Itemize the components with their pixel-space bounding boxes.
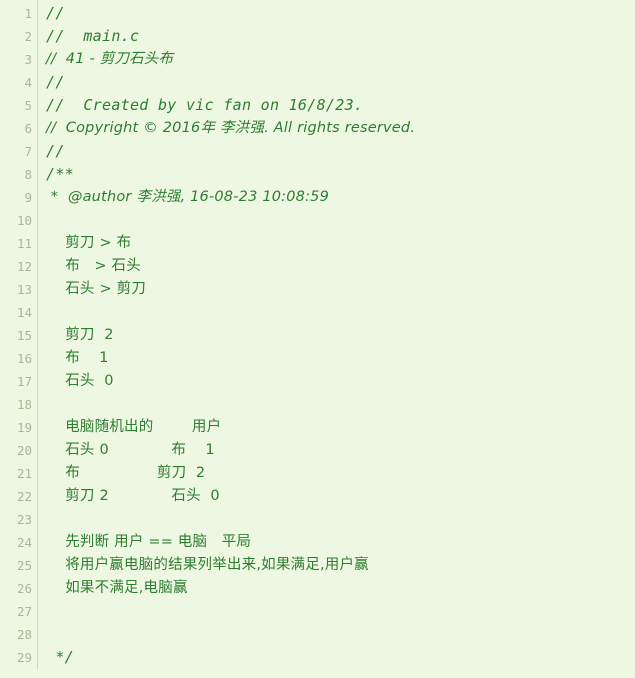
line-number: 14	[16, 305, 32, 320]
code-line[interactable]	[46, 623, 635, 646]
code-line[interactable]: */	[46, 646, 635, 669]
line-number: 25	[16, 558, 32, 573]
line-number: 16	[16, 351, 32, 366]
code-line[interactable]	[46, 301, 635, 324]
line-number: 24	[16, 535, 32, 550]
line-number: 29	[16, 650, 32, 665]
code-line[interactable]: 剪刀 > 布	[46, 232, 635, 255]
line-number: 10	[16, 213, 32, 228]
code-line[interactable]: 石头 0	[46, 370, 635, 393]
line-number: 15	[16, 328, 32, 343]
code-content-area[interactable]: //// main.c// 41 - 剪刀石头布//// Created by …	[38, 0, 635, 669]
line-number: 11	[16, 236, 32, 251]
line-number-gutter[interactable]: 1 2 3 4 5 6 7 8 9 10 11 12 13 14 15 16 17 18 19 20 21 22 23 24 2…	[0, 0, 38, 669]
line-number: 1	[24, 6, 32, 21]
line-number: 9	[24, 190, 32, 205]
line-number: 18	[16, 397, 32, 412]
code-line[interactable]	[46, 393, 635, 416]
line-number: 17	[16, 374, 32, 389]
code-line[interactable]: 布 剪刀 2	[46, 462, 635, 485]
code-line[interactable]: //	[46, 2, 635, 25]
code-line[interactable]: // Created by vic fan on 16/8/23.	[46, 94, 635, 117]
code-line[interactable]: 剪刀 2 石头 0	[46, 485, 635, 508]
line-number: 7	[24, 144, 32, 159]
line-number: 6	[24, 121, 32, 136]
code-line[interactable]: 石头 0 布 1	[46, 439, 635, 462]
code-line[interactable]: 如果不满足,电脑赢	[46, 577, 635, 600]
code-line[interactable]: //	[46, 71, 635, 94]
line-number: 26	[16, 581, 32, 596]
line-number: 13	[16, 282, 32, 297]
code-line[interactable]: 剪刀 2	[46, 324, 635, 347]
line-number: 22	[16, 489, 32, 504]
line-number: 5	[24, 98, 32, 113]
line-number: 12	[16, 259, 32, 274]
line-number: 4	[24, 75, 32, 90]
code-line[interactable]	[46, 209, 635, 232]
code-editor[interactable]: 1 2 3 4 5 6 7 8 9 10 11 12 13 14 15 16 17 18 19 20 21 22 23 24 2…	[0, 0, 635, 678]
code-line[interactable]: // 41 - 剪刀石头布	[46, 48, 635, 71]
code-line[interactable]	[46, 508, 635, 531]
line-number: 2	[24, 29, 32, 44]
code-line[interactable]: // Copyright © 2016年 李洪强. All rights res…	[46, 117, 635, 140]
line-number: 27	[16, 604, 32, 619]
code-line[interactable]: * @author 李洪强, 16-08-23 10:08:59	[46, 186, 635, 209]
code-line[interactable]: 布 > 石头	[46, 255, 635, 278]
code-line[interactable]: 石头 > 剪刀	[46, 278, 635, 301]
code-line[interactable]: 将用户赢电脑的结果列举出来,如果满足,用户赢	[46, 554, 635, 577]
line-number: 20	[16, 443, 32, 458]
line-number: 23	[16, 512, 32, 527]
code-line[interactable]: /**	[46, 163, 635, 186]
code-line[interactable]	[46, 600, 635, 623]
line-number: 28	[16, 627, 32, 642]
line-number: 8	[24, 167, 32, 182]
code-line[interactable]: 先判断 用户 == 电脑 平局	[46, 531, 635, 554]
line-number: 21	[16, 466, 32, 481]
code-line[interactable]: // main.c	[46, 25, 635, 48]
code-line[interactable]: 电脑随机出的 用户	[46, 416, 635, 439]
code-line[interactable]: 布 1	[46, 347, 635, 370]
code-line[interactable]: //	[46, 140, 635, 163]
line-number: 19	[16, 420, 32, 435]
line-number: 3	[24, 52, 32, 67]
